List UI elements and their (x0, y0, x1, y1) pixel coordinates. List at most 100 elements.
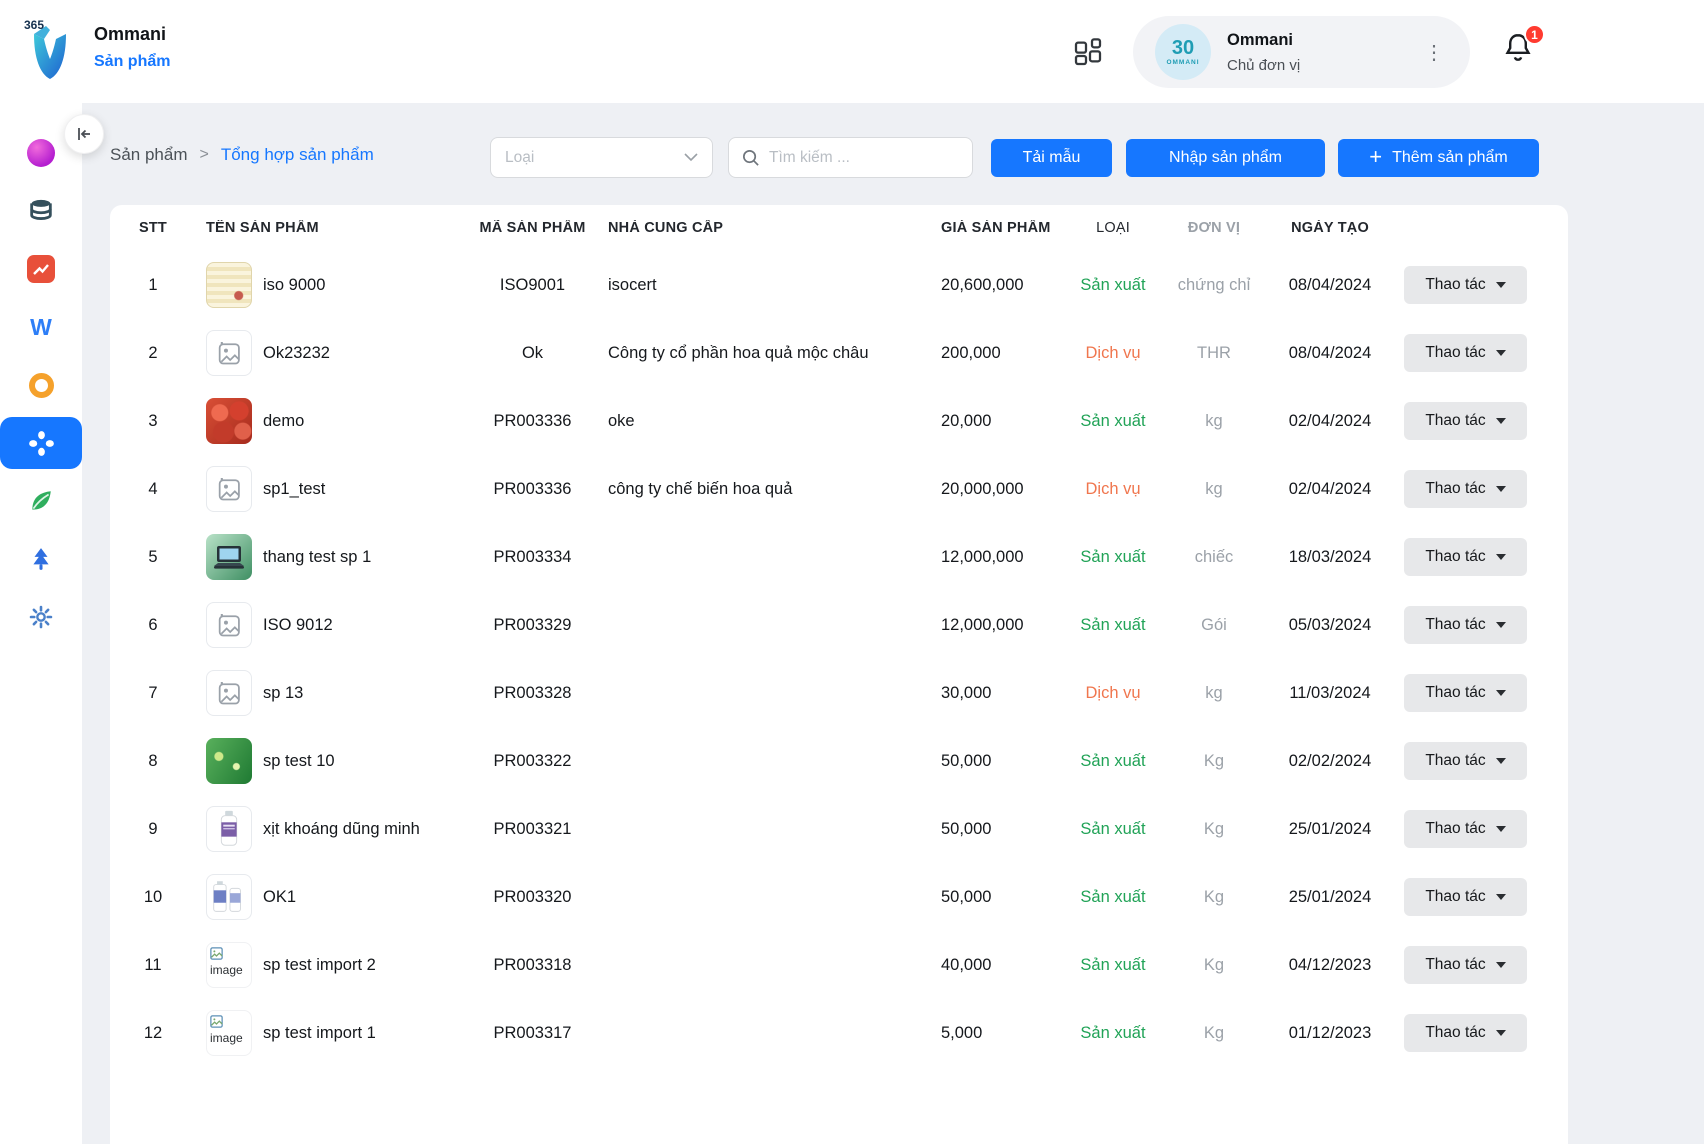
table-row: 6 ISO 9012 PR003329 12,000,000 Sản xuất … (110, 591, 1568, 659)
org-switcher[interactable]: 30 OMMANI Ommani Chủ đơn vị ⋮ (1133, 16, 1470, 88)
product-thumbnail (206, 738, 252, 784)
created-date: 18/03/2024 (1267, 548, 1393, 567)
sidebar-item-chart-app[interactable] (0, 243, 82, 295)
supplier-name: công ty chế biến hoa quả (590, 480, 930, 499)
product-name: sp test import 1 (263, 1024, 376, 1043)
products-table: STT TÊN SẢN PHẨM MÃ SẢN PHẨM NHÀ CUNG CẤ… (110, 205, 1568, 1144)
add-product-label: Thêm sản phẩm (1392, 149, 1508, 167)
header-code: MÃ SẢN PHẨM (475, 220, 590, 236)
product-code: Ok (475, 344, 590, 363)
sidebar-item-leaf-app[interactable] (0, 475, 82, 527)
row-index: 10 (110, 888, 196, 907)
product-price: 40,000 (930, 956, 1065, 975)
product-unit: Kg (1161, 752, 1267, 771)
product-code: PR003318 (475, 956, 590, 975)
row-actions-button[interactable]: Thao tác (1404, 266, 1527, 304)
org-info: Ommani Chủ đơn vị (1227, 31, 1300, 74)
database-app-icon (27, 197, 55, 225)
notifications-button[interactable]: 1 (1501, 30, 1541, 72)
sidebar-item-tree-app[interactable] (0, 533, 82, 585)
sidebar-item-settings-gear[interactable] (0, 591, 82, 643)
product-unit: THR (1161, 344, 1267, 363)
tree-app-icon (28, 546, 54, 572)
row-actions-button[interactable]: Thao tác (1404, 878, 1527, 916)
download-template-button[interactable]: Tải mẫu (991, 139, 1112, 177)
table-body: 1 iso 9000 ISO9001 isocert 20,600,000 Sả… (110, 251, 1568, 1067)
download-template-label: Tải mẫu (1023, 149, 1081, 167)
row-actions-button[interactable]: Thao tác (1404, 470, 1527, 508)
swirl-app-icon (27, 139, 55, 167)
row-actions-button[interactable]: Thao tác (1404, 538, 1527, 576)
row-actions-button[interactable]: Thao tác (1404, 1014, 1527, 1052)
search-input[interactable] (769, 149, 939, 167)
supplier-name: Công ty cổ phần hoa quả mộc châu (590, 344, 930, 363)
row-index: 8 (110, 752, 196, 771)
sidebar-item-ring-app[interactable] (0, 359, 82, 411)
row-actions-label: Thao tác (1425, 820, 1485, 838)
row-actions-label: Thao tác (1425, 752, 1485, 770)
product-code: PR003329 (475, 616, 590, 635)
created-date: 08/04/2024 (1267, 344, 1393, 363)
product-code: PR003321 (475, 820, 590, 839)
breadcrumb-current[interactable]: Tổng hợp sản phẩm (221, 145, 374, 165)
row-actions-button[interactable]: Thao tác (1404, 334, 1527, 372)
product-name: Ok23232 (263, 344, 330, 363)
row-actions-button[interactable]: Thao tác (1404, 606, 1527, 644)
row-actions-button[interactable]: Thao tác (1404, 674, 1527, 712)
sidebar-item-database-app[interactable] (0, 185, 82, 237)
apps-grid-icon[interactable] (1072, 36, 1104, 68)
row-actions-label: Thao tác (1425, 548, 1485, 566)
product-name: sp 13 (263, 684, 303, 703)
table-row: 1 iso 9000 ISO9001 isocert 20,600,000 Sả… (110, 251, 1568, 319)
product-price: 12,000,000 (930, 616, 1065, 635)
more-options-icon[interactable]: ⋮ (1424, 40, 1444, 65)
chevron-down-icon (684, 153, 698, 162)
product-thumbnail (206, 534, 252, 580)
product-price: 50,000 (930, 888, 1065, 907)
import-products-button[interactable]: Nhập sản phẩm (1126, 139, 1325, 177)
product-unit: kg (1161, 412, 1267, 431)
product-thumbnail (206, 806, 252, 852)
row-actions-label: Thao tác (1425, 888, 1485, 906)
header-name: TÊN SẢN PHẨM (196, 220, 475, 236)
row-actions-label: Thao tác (1425, 684, 1485, 702)
add-product-button[interactable]: + Thêm sản phẩm (1338, 139, 1539, 177)
breadcrumb-root[interactable]: Sản phẩm (110, 145, 188, 165)
product-price: 20,600,000 (930, 276, 1065, 295)
breadcrumb: Sản phẩm > Tổng hợp sản phẩm (110, 145, 374, 165)
product-name: sp test 10 (263, 752, 335, 771)
table-row: 9 xịt khoáng dũng minh PR003321 50,000 S… (110, 795, 1568, 863)
supplier-name: isocert (590, 276, 930, 295)
table-header-row: STT TÊN SẢN PHẨM MÃ SẢN PHẨM NHÀ CUNG CẤ… (110, 205, 1568, 251)
header-unit: ĐƠN VỊ (1161, 220, 1267, 236)
product-thumbnail (206, 262, 252, 308)
app-logo: 365 (22, 18, 78, 84)
product-unit: chiếc (1161, 548, 1267, 567)
row-index: 9 (110, 820, 196, 839)
product-thumbnail: image (206, 1010, 252, 1056)
caret-down-icon (1496, 894, 1506, 900)
row-actions-label: Thao tác (1425, 480, 1485, 498)
row-actions-label: Thao tác (1425, 956, 1485, 974)
row-index: 11 (110, 956, 196, 975)
row-actions-button[interactable]: Thao tác (1404, 946, 1527, 984)
collapse-sidebar-button[interactable] (64, 114, 104, 154)
product-code: PR003336 (475, 412, 590, 431)
created-date: 04/12/2023 (1267, 956, 1393, 975)
row-actions-button[interactable]: Thao tác (1404, 742, 1527, 780)
product-unit: kg (1161, 684, 1267, 703)
leaf-app-icon (28, 488, 54, 514)
sidebar-item-wave-app[interactable]: W (0, 301, 82, 353)
product-name: sp test import 2 (263, 956, 376, 975)
product-type-badge: Sản xuất (1065, 616, 1161, 635)
created-date: 05/03/2024 (1267, 616, 1393, 635)
type-filter-select[interactable]: Loại (490, 137, 713, 178)
product-unit: Kg (1161, 1024, 1267, 1043)
product-thumbnail (206, 602, 252, 648)
sidebar-item-product-app[interactable] (0, 417, 82, 469)
row-actions-button[interactable]: Thao tác (1404, 402, 1527, 440)
header-supplier: NHÀ CUNG CẤP (590, 220, 930, 236)
caret-down-icon (1496, 962, 1506, 968)
org-name: Ommani (1227, 31, 1300, 50)
row-actions-button[interactable]: Thao tác (1404, 810, 1527, 848)
